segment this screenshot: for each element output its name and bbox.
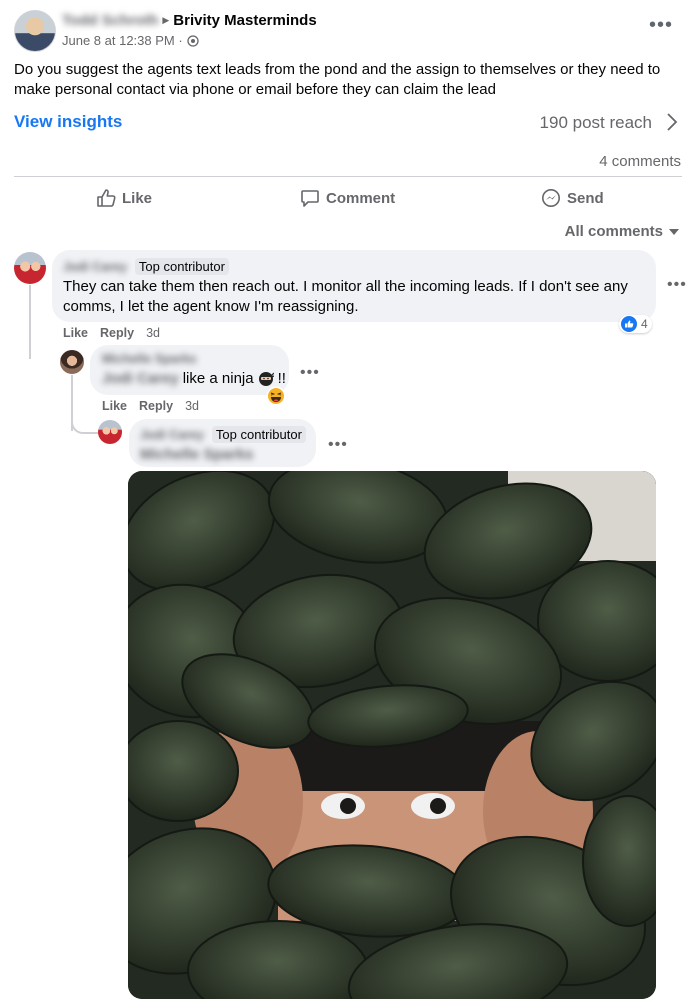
post-reach[interactable]: 190 post reach [540, 113, 652, 133]
ninja-emoji-icon [258, 371, 274, 386]
comment-time[interactable]: 3d [146, 326, 160, 340]
divider [14, 176, 682, 177]
haha-reaction-icon[interactable] [266, 386, 286, 406]
comment-actions: Like Reply 3d [63, 326, 160, 340]
reply-actions: Like Reply 3d [102, 399, 199, 413]
reply-text-suffix: !! [277, 370, 286, 387]
comment-label: Comment [326, 189, 396, 207]
comment-button[interactable]: Comment [300, 188, 395, 208]
messenger-icon [542, 189, 560, 207]
comment-text: They can take them then reach out. I mon… [63, 278, 628, 315]
view-insights-link[interactable]: View insights [14, 112, 122, 132]
comments-count[interactable]: 4 comments [599, 153, 681, 170]
comment-icon [301, 190, 319, 207]
author-avatar[interactable] [14, 10, 56, 52]
reaction-number: 4 [641, 317, 648, 331]
post-date[interactable]: June 8 at 12:38 PM · [62, 33, 183, 48]
thread-connector [71, 414, 99, 434]
reply-options-icon[interactable]: ••• [300, 364, 320, 382]
reply-like-button[interactable]: Like [102, 399, 127, 413]
commenter-avatar[interactable] [14, 252, 46, 284]
like-button[interactable]: Like [96, 188, 152, 208]
reply-text-line: Jodi Carey like a ninja !! [102, 370, 286, 387]
post-meta: June 8 at 12:38 PM · [62, 33, 199, 48]
reply-reply-button[interactable]: Reply [139, 399, 173, 413]
post-body: Do you suggest the agents text leads fro… [14, 61, 661, 98]
reply-text: like a ninja [182, 370, 254, 387]
post-header: Todd Schroth ▶ Brivity Masterminds [62, 12, 317, 29]
mention-link[interactable]: Michelle Sparks [140, 446, 253, 463]
comment-reply-button[interactable]: Reply [100, 326, 134, 340]
gif-image[interactable] [128, 471, 656, 999]
reply-time[interactable]: 3d [185, 399, 199, 413]
comment-filter[interactable]: All comments [565, 223, 679, 240]
like-label: Like [122, 189, 153, 207]
chevron-right-icon[interactable] [665, 112, 679, 132]
group-name[interactable]: Brivity Masterminds [173, 12, 316, 29]
reply-options-icon[interactable]: ••• [328, 436, 348, 454]
reply-avatar[interactable] [98, 420, 122, 444]
reply-avatar[interactable] [60, 350, 84, 374]
like-reaction-icon [621, 316, 637, 332]
comment-author[interactable]: Jodi Carey [63, 260, 127, 274]
comment-like-button[interactable]: Like [63, 326, 88, 340]
comment-options-icon[interactable]: ••• [667, 276, 687, 294]
ninja-plants-gif [128, 471, 656, 999]
reply-author[interactable]: Jodi Carey [140, 428, 204, 442]
post-options-icon[interactable]: ••• [649, 14, 673, 37]
thumbs-up-icon [97, 189, 116, 207]
globe-icon [187, 34, 199, 47]
top-contributor-badge: Top contributor [134, 258, 229, 275]
mention-link[interactable]: Jodi Carey [102, 370, 179, 387]
post-author[interactable]: Todd Schroth [62, 12, 158, 29]
comment-header: Jodi Carey Top contributor [63, 258, 229, 275]
send-label: Send [567, 189, 604, 207]
caret-down-icon [669, 228, 679, 235]
comment-filter-label: All comments [564, 223, 663, 240]
reaction-count[interactable]: 4 [619, 315, 652, 333]
top-contributor-badge: Top contributor [211, 426, 306, 443]
arrow-right-icon: ▶ [162, 15, 170, 25]
reply-header: Jodi Carey Top contributor [140, 426, 306, 443]
reply-author[interactable]: Michelle Sparks [102, 352, 197, 366]
send-button[interactable]: Send [541, 188, 604, 208]
